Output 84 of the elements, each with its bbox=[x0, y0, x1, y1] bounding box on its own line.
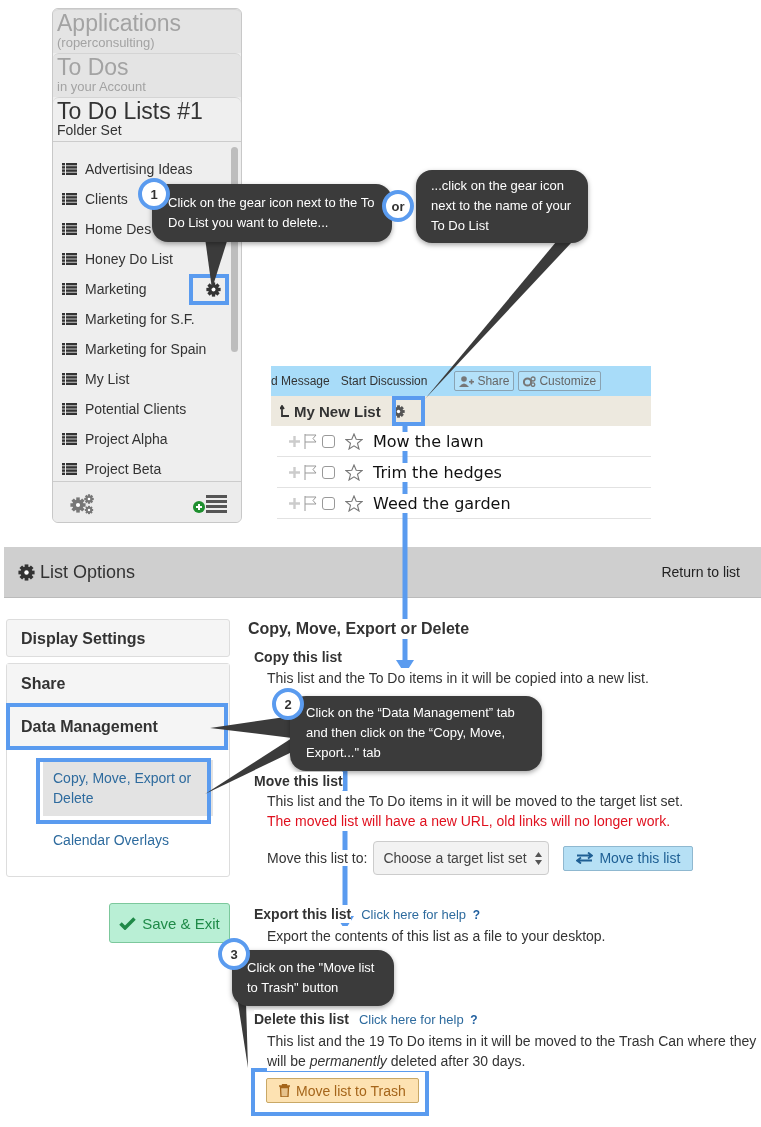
list-icon bbox=[62, 283, 77, 295]
field-label: Move this list to: bbox=[267, 850, 368, 866]
page-title: List Options bbox=[40, 561, 136, 583]
highlight-frame bbox=[189, 274, 229, 305]
list-name[interactable]: Home Des bbox=[85, 221, 152, 237]
list-name[interactable]: Project Alpha bbox=[85, 431, 168, 447]
breadcrumb-subtitle: Folder Set bbox=[57, 123, 123, 138]
list-name[interactable]: Potential Clients bbox=[85, 401, 187, 417]
list-icon bbox=[62, 463, 77, 475]
list-name[interactable]: Marketing bbox=[85, 281, 147, 297]
star-icon[interactable] bbox=[345, 432, 363, 450]
list-name[interactable]: Marketing for Spain bbox=[85, 341, 207, 357]
nav-subitem[interactable]: Copy, Move, Export or Delete bbox=[43, 760, 213, 816]
highlight-frame bbox=[392, 396, 425, 426]
todo-item-text: Weed the garden bbox=[373, 493, 511, 513]
list-name[interactable]: My List bbox=[85, 371, 130, 387]
add-list-icon[interactable] bbox=[193, 493, 227, 514]
list-name[interactable]: Honey Do List bbox=[85, 251, 173, 267]
list-icon bbox=[62, 193, 77, 205]
nav-tab[interactable]: Display Settings bbox=[6, 619, 230, 657]
callout: Click on the “Data Management” tab and then click on the “Copy, Move, Export..." tab bbox=[290, 696, 542, 771]
save-exit-button[interactable]: Save & Exit bbox=[109, 903, 230, 943]
flag-icon[interactable] bbox=[304, 464, 318, 480]
swap-arrows-icon bbox=[576, 852, 594, 864]
breadcrumb-subtitle: (roperconsulting) bbox=[57, 35, 155, 50]
help-link[interactable]: Click here for help ? bbox=[361, 906, 480, 924]
list-name[interactable]: Advertising Ideas bbox=[85, 161, 193, 177]
gear-icon bbox=[18, 563, 35, 581]
section-heading: Copy this list bbox=[254, 648, 342, 666]
target-select[interactable]: Choose a target list set bbox=[373, 841, 550, 875]
updown-caret-icon bbox=[535, 851, 543, 865]
section-heading: Export this list bbox=[254, 905, 352, 923]
callout: ...click on the gear icon next to the name of your To Do List bbox=[416, 170, 588, 243]
customize-button[interactable]: Customize bbox=[518, 371, 602, 391]
list-icon bbox=[62, 343, 77, 355]
flag-icon[interactable] bbox=[304, 495, 318, 511]
select-value: Choose a target list set bbox=[383, 850, 527, 866]
list-title: My New List bbox=[294, 402, 381, 420]
move-to-trash-button[interactable]: Move list to Trash bbox=[266, 1078, 419, 1103]
checkbox[interactable] bbox=[322, 496, 335, 510]
description-text: Export the contents of this list as a file to your desktop. bbox=[267, 926, 606, 946]
list-name[interactable]: Marketing for S.F. bbox=[85, 311, 195, 327]
section-title: Copy, Move, Export or Delete bbox=[248, 619, 470, 639]
list-icon bbox=[62, 373, 77, 385]
nav-tab[interactable]: Share bbox=[7, 664, 229, 704]
add-user-icon bbox=[459, 375, 475, 387]
move-list-button[interactable]: Move this list bbox=[563, 845, 694, 871]
star-icon[interactable] bbox=[345, 494, 363, 512]
list-icon bbox=[62, 163, 77, 175]
nav-subitem[interactable]: Calendar Overlays bbox=[43, 822, 213, 858]
help-link[interactable]: Click here for help ? bbox=[358, 1011, 478, 1029]
gear-icon[interactable] bbox=[206, 281, 221, 297]
share-button[interactable]: Share bbox=[454, 371, 515, 391]
gears-icon bbox=[523, 375, 537, 387]
trash-icon bbox=[279, 1084, 290, 1097]
flag-icon[interactable] bbox=[304, 433, 318, 449]
list-name[interactable]: Clients bbox=[85, 191, 128, 207]
list-icon bbox=[62, 403, 77, 415]
step-badge: or bbox=[382, 190, 414, 222]
step-badge: 2 bbox=[272, 688, 304, 720]
star-icon[interactable] bbox=[345, 463, 363, 481]
breadcrumb-title: To Dos bbox=[57, 55, 130, 79]
check-icon bbox=[119, 916, 137, 930]
settings-icon[interactable] bbox=[69, 492, 95, 515]
back-icon[interactable] bbox=[280, 405, 289, 417]
list-icon bbox=[62, 313, 77, 325]
checkbox[interactable] bbox=[322, 434, 335, 448]
list-icon bbox=[62, 223, 77, 235]
toolbar-link[interactable]: Start Discussion bbox=[340, 374, 428, 388]
checkbox[interactable] bbox=[322, 465, 335, 479]
list-icon bbox=[62, 253, 77, 265]
description-text: This list and the To Do items in it will be moved to the target list set. bbox=[267, 791, 684, 811]
todo-item-text: Mow the lawn bbox=[373, 431, 484, 451]
todo-item-text: Trim the hedges bbox=[373, 462, 502, 482]
warning-text: The moved list will have a new URL, old links will no longer work. bbox=[267, 811, 671, 831]
return-link[interactable]: Return to list bbox=[661, 564, 740, 580]
list-icon bbox=[62, 433, 77, 445]
breadcrumb-title: Applications bbox=[57, 11, 183, 35]
breadcrumb-subtitle: in your Account bbox=[57, 79, 147, 94]
description-text: This list and the To Do items in it will be copied into a new list. bbox=[267, 668, 649, 688]
breadcrumb-title: To Do Lists #1 bbox=[57, 99, 204, 123]
list-name[interactable]: Project Beta bbox=[85, 461, 162, 477]
section-heading: Move this list bbox=[254, 772, 343, 790]
toolbar-link[interactable]: d Message bbox=[271, 374, 330, 388]
